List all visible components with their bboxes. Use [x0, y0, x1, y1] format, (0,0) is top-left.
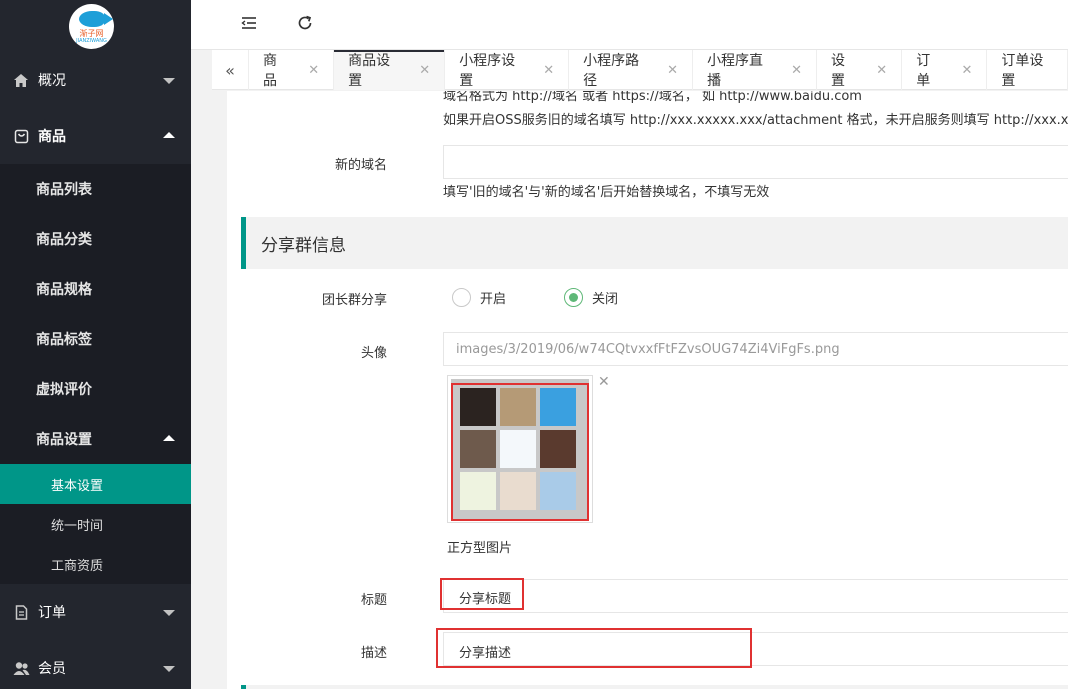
caret-up-icon	[163, 435, 175, 441]
avatar-label: 头像	[360, 346, 387, 361]
logo-sub: JIANZIWANG	[76, 38, 107, 44]
caret-down-icon	[163, 610, 175, 616]
logo-area: 渐子网 JIANZIWANG	[0, 0, 191, 52]
tab-label: 订单	[916, 53, 931, 89]
product-settings-submenu: 基本设置 统一时间 工商资质	[0, 464, 191, 584]
collapse-menu-icon[interactable]	[239, 15, 259, 35]
avatar-caption: 正方型图片	[447, 541, 513, 556]
sidebar-item-product-spec[interactable]: 商品规格	[0, 264, 191, 314]
sidebar-item-label: 商品	[38, 129, 66, 145]
tab-product-settings[interactable]: 商品设置 ✕	[334, 50, 446, 90]
settings-form: 域名格式为 http://域名 或者 https://域名， 如 http://…	[227, 91, 1068, 689]
next-section-head	[241, 685, 1068, 689]
page-tabs: « 商品 ✕ 商品设置 ✕ 小程序设置 ✕ 小程序路径 ✕ 小程序直播 ✕ 设置 ✕ 订单 ✕…	[212, 50, 1068, 90]
tab-miniapp-settings[interactable]: 小程序设置 ✕	[445, 50, 570, 90]
tab-label: 商品	[262, 53, 277, 89]
tab-order[interactable]: 订单 ✕	[902, 50, 988, 90]
new-domain-input[interactable]	[443, 145, 1068, 179]
tab-label: 小程序直播	[707, 53, 764, 89]
sidebar-item-member[interactable]: 会员	[0, 640, 191, 689]
sidebar-item-product-list[interactable]: 商品列表	[0, 164, 191, 214]
close-icon[interactable]: ✕	[308, 63, 319, 78]
sidebar-item-product-category[interactable]: 商品分类	[0, 214, 191, 264]
bag-icon	[12, 127, 30, 145]
leader-share-label: 团长群分享	[321, 293, 387, 308]
domain-format-help: 域名格式为 http://域名 或者 https://域名， 如 http://…	[443, 91, 862, 104]
avatar-path-input[interactable]: images/3/2019/06/w74CQtvxxfFtFZvsOUG74Zi…	[443, 332, 1068, 366]
tab-label: 小程序路径	[583, 53, 640, 89]
desc-label: 描述	[360, 646, 387, 661]
close-icon[interactable]: ✕	[791, 63, 802, 78]
sidebar-item-label: 会员	[38, 661, 66, 677]
caret-up-icon	[163, 132, 175, 138]
tab-label: 商品设置	[348, 53, 391, 89]
sidebar-item-product-tag[interactable]: 商品标签	[0, 314, 191, 364]
main-content: 域名格式为 http://域名 或者 https://域名， 如 http://…	[212, 91, 1068, 689]
close-icon[interactable]: ✕	[667, 63, 678, 78]
sidebar-item-overview[interactable]: 概况	[0, 52, 191, 108]
tab-settings[interactable]: 设置 ✕	[817, 50, 903, 90]
caret-down-icon	[163, 666, 175, 672]
sidebar-item-unified-time[interactable]: 统一时间	[0, 504, 191, 544]
fish-logo-icon	[78, 11, 113, 27]
tab-label: 订单设置	[1001, 53, 1044, 89]
sidebar-item-order[interactable]: 订单	[0, 584, 191, 640]
radio-circle-checked	[564, 288, 583, 307]
tab-label: 设置	[831, 53, 845, 89]
caret-down-icon	[163, 78, 175, 84]
sidebar-item-business-license[interactable]: 工商资质	[0, 544, 191, 584]
close-icon[interactable]: ✕	[543, 63, 554, 78]
tab-miniapp-live[interactable]: 小程序直播 ✕	[693, 50, 817, 90]
document-icon	[12, 603, 30, 621]
oss-domain-help: 如果开启OSS服务旧的域名填写 http://xxx.xxxxx.xxx/att…	[443, 113, 1068, 128]
remove-image-icon[interactable]: ✕	[598, 374, 610, 390]
close-icon[interactable]: ✕	[419, 63, 430, 78]
highlight-box	[451, 383, 589, 521]
sidebar-item-product[interactable]: 商品	[0, 108, 191, 164]
sidebar-item-virtual-review[interactable]: 虚拟评价	[0, 364, 191, 414]
sidebar-item-basic-settings[interactable]: 基本设置	[0, 464, 191, 504]
home-icon	[12, 71, 30, 89]
radio-open[interactable]: 开启	[452, 288, 506, 307]
tab-label: 小程序设置	[459, 53, 516, 89]
close-icon[interactable]: ✕	[876, 63, 887, 78]
new-domain-label: 新的域名	[334, 158, 387, 173]
title-input[interactable]	[443, 579, 1068, 613]
sidebar-item-label: 概况	[38, 73, 66, 89]
close-icon[interactable]: ✕	[961, 63, 972, 78]
top-header	[191, 0, 1068, 50]
desc-value: 分享描述	[459, 646, 512, 661]
title-value: 分享标题	[459, 592, 512, 607]
tabs-scroll-left-icon[interactable]: «	[212, 50, 249, 90]
sidebar-item-product-settings[interactable]: 商品设置	[0, 414, 191, 464]
refresh-icon[interactable]	[295, 15, 315, 35]
tab-order-settings[interactable]: 订单设置	[987, 50, 1068, 90]
radio-circle	[452, 288, 471, 307]
sidebar-item-label: 订单	[38, 605, 66, 621]
tab-product[interactable]: 商品 ✕	[249, 50, 335, 90]
radio-label: 开启	[480, 292, 507, 307]
section-title: 分享群信息	[241, 217, 1068, 269]
title-label: 标题	[360, 593, 387, 608]
logo-name: 渐子网	[79, 29, 104, 38]
new-domain-help: 填写'旧的域名'与'新的域名'后开始替换域名，不填写无效	[443, 185, 770, 200]
logo[interactable]: 渐子网 JIANZIWANG	[69, 4, 114, 49]
users-icon	[12, 659, 30, 677]
sidebar: 渐子网 JIANZIWANG 概况 商品 商品列表 商品分类 商品规格 商品标签…	[0, 0, 191, 689]
radio-close[interactable]: 关闭	[564, 288, 618, 307]
avatar-thumbnail[interactable]	[447, 375, 593, 523]
sidebar-item-label: 商品设置	[36, 432, 92, 448]
tab-miniapp-path[interactable]: 小程序路径 ✕	[569, 50, 694, 90]
radio-label: 关闭	[592, 292, 619, 307]
product-submenu: 商品列表 商品分类 商品规格 商品标签 虚拟评价 商品设置 基本设置 统一时间 …	[0, 164, 191, 584]
